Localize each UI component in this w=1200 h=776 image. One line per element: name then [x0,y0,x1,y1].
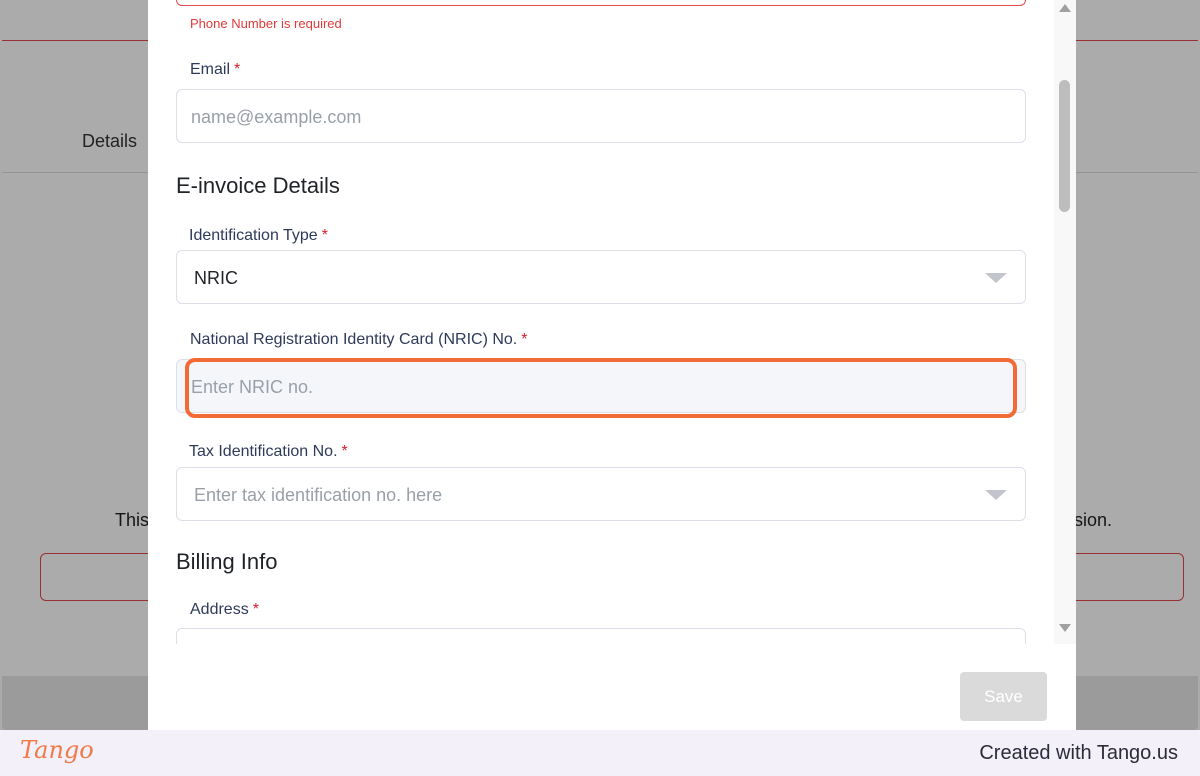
save-button[interactable]: Save [960,672,1047,721]
einvoice-section-title: E-invoice Details [176,173,340,198]
chevron-down-icon [985,273,1007,283]
scroll-up-arrow-icon[interactable] [1059,4,1071,12]
phone-number-field[interactable] [176,0,1026,6]
required-asterisk: * [234,61,241,78]
scrollbar-thumb[interactable] [1059,80,1070,212]
address-field[interactable] [176,628,1026,644]
scroll-down-arrow-icon[interactable] [1059,624,1071,632]
click-target-highlight [185,358,1017,418]
identification-type-label: Identification Type * [189,227,328,245]
email-field[interactable]: name@example.com [176,89,1026,143]
tax-id-label: Tax Identification No. * [189,443,348,461]
email-placeholder: name@example.com [191,107,362,127]
chevron-down-icon [985,490,1007,500]
email-label-text: Email [190,61,231,78]
required-asterisk: * [252,601,259,618]
identification-type-value: NRIC [194,268,238,288]
required-asterisk: * [321,227,328,244]
modal-scroll-area[interactable]: Phone Number is required Email * name@exa… [148,0,1052,644]
tango-footer: Tango Created with Tango.us [0,730,1200,776]
phone-error-message: Phone Number is required [190,16,342,31]
address-label-text: Address [190,601,249,618]
email-label: Email * [190,61,240,79]
identification-type-label-text: Identification Type [189,227,318,244]
required-asterisk: * [341,443,348,460]
tango-credit-text: Created with Tango.us [979,742,1178,764]
address-label: Address * [190,601,259,619]
nric-label-text: National Registration Identity Card (NRI… [190,331,518,348]
identification-type-select[interactable]: NRIC [176,250,1026,304]
tax-id-placeholder: Enter tax identification no. here [194,485,443,505]
nric-label: National Registration Identity Card (NRI… [190,331,527,349]
edit-details-modal: Phone Number is required Email * name@exa… [148,0,1076,730]
required-asterisk: * [521,331,528,348]
tax-id-label-text: Tax Identification No. [189,443,338,460]
tango-logo[interactable]: Tango [20,736,94,764]
tax-id-select[interactable]: Enter tax identification no. here [176,467,1026,521]
billing-section-title: Billing Info [176,549,278,574]
